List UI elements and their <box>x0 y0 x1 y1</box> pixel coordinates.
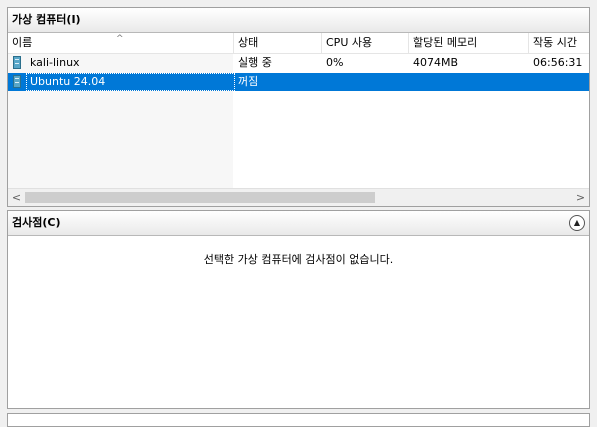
vm-cpu-usage <box>326 73 406 91</box>
column-header-uptime[interactable]: 작동 시간 <box>529 33 591 53</box>
column-header-memory[interactable]: 할당된 메모리 <box>409 33 529 53</box>
column-header-name-label: 이름 <box>12 36 33 49</box>
column-header-cpu[interactable]: CPU 사용 <box>322 33 409 53</box>
vm-uptime <box>533 73 589 91</box>
checkpoints-panel: 검사점(C) ▲ 선택한 가상 컴퓨터에 검사점이 없습니다. <box>7 210 590 409</box>
collapse-up-icon[interactable]: ▲ <box>569 215 585 231</box>
vm-assigned-memory: 4074MB <box>413 56 459 69</box>
vm-name: kali-linux <box>30 56 80 69</box>
column-header-row: 이름 ^ 상태 CPU 사용 할당된 메모리 작동 시간 <box>8 33 589 54</box>
scroll-left-icon[interactable]: < <box>8 189 25 206</box>
virtual-machine-icon <box>13 75 21 88</box>
scrollbar-thumb[interactable] <box>25 192 375 203</box>
column-header-state[interactable]: 상태 <box>234 33 322 53</box>
no-checkpoints-message: 선택한 가상 컴퓨터에 검사점이 없습니다. <box>203 253 394 266</box>
checkpoints-header: 검사점(C) ▲ <box>8 211 589 236</box>
vm-row-ubuntu-24-04[interactable]: Ubuntu 24.04 꺼짐 <box>8 73 589 91</box>
vm-assigned-memory <box>413 73 523 91</box>
column-header-name[interactable]: 이름 ^ <box>8 33 234 53</box>
vm-cpu-usage: 0% <box>326 56 344 69</box>
virtual-machines-header: 가상 컴퓨터(I) <box>8 8 589 33</box>
vm-state: 실행 중 <box>238 56 272 69</box>
vm-name: Ubuntu 24.04 <box>26 73 235 91</box>
vm-state: 꺼짐 <box>238 75 259 88</box>
vm-row-kali-linux[interactable]: kali-linux 실행 중 0% 4074MB 06:56:31 <box>8 54 589 72</box>
horizontal-scrollbar[interactable]: < > <box>8 188 589 206</box>
details-panel <box>7 413 590 427</box>
virtual-machine-icon <box>13 56 21 69</box>
vm-uptime: 06:56:31 <box>533 56 583 69</box>
sort-ascending-icon: ^ <box>116 34 124 44</box>
scroll-right-icon[interactable]: > <box>572 189 589 206</box>
checkpoints-title: 검사점(C) <box>12 216 61 229</box>
virtual-machines-panel: 가상 컴퓨터(I) 이름 ^ 상태 CPU 사용 할당된 메모리 작동 시간 k… <box>7 7 590 207</box>
